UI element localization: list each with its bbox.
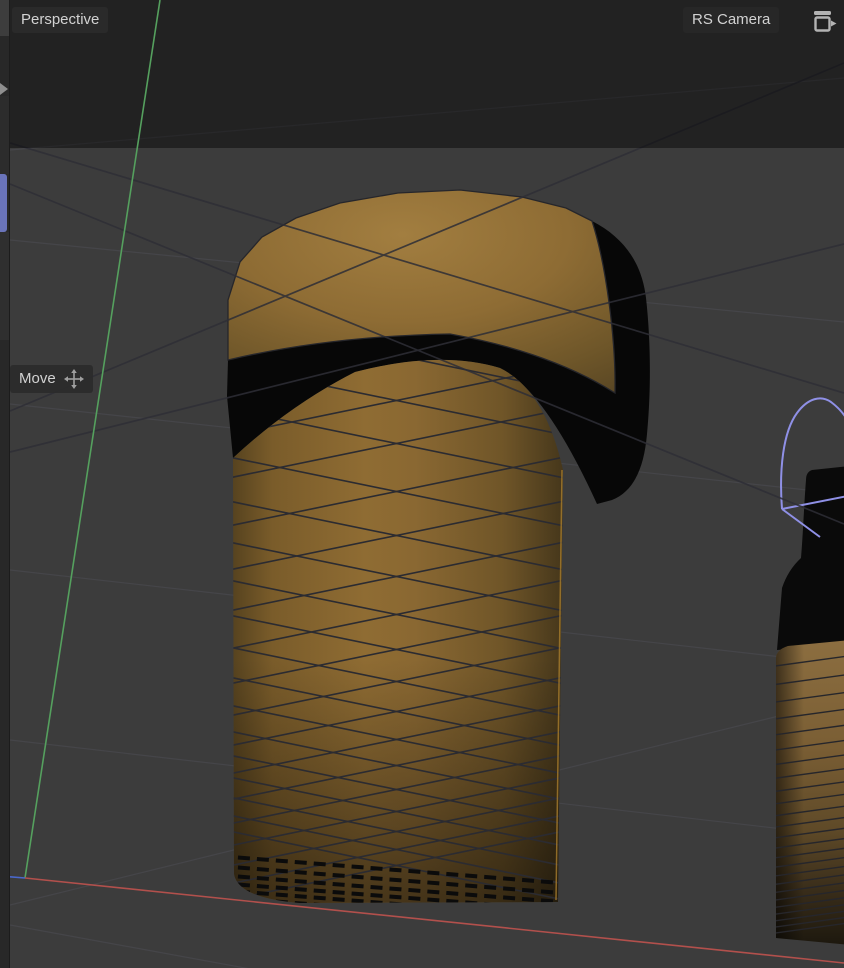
right-bottle-edge-shade	[776, 640, 844, 950]
camera-label[interactable]: RS Camera	[683, 7, 779, 33]
view-label-text: Perspective	[21, 11, 99, 29]
camera-icon[interactable]	[812, 10, 844, 34]
viewport[interactable]	[10, 0, 844, 968]
panel-divider	[9, 0, 10, 968]
left-panel-strip	[0, 0, 10, 968]
tool-label-move[interactable]: Move	[10, 365, 93, 393]
view-label[interactable]: Perspective	[12, 7, 108, 33]
camera-label-text: RS Camera	[692, 11, 770, 29]
viewport-window: Perspective RS Camera Move	[0, 0, 844, 968]
tool-label-text: Move	[19, 370, 56, 388]
panel-active-indicator[interactable]	[0, 174, 7, 232]
panel-expand-triangle-icon[interactable]	[0, 83, 8, 95]
move-icon	[64, 369, 84, 389]
scene-canvas[interactable]	[10, 0, 844, 968]
